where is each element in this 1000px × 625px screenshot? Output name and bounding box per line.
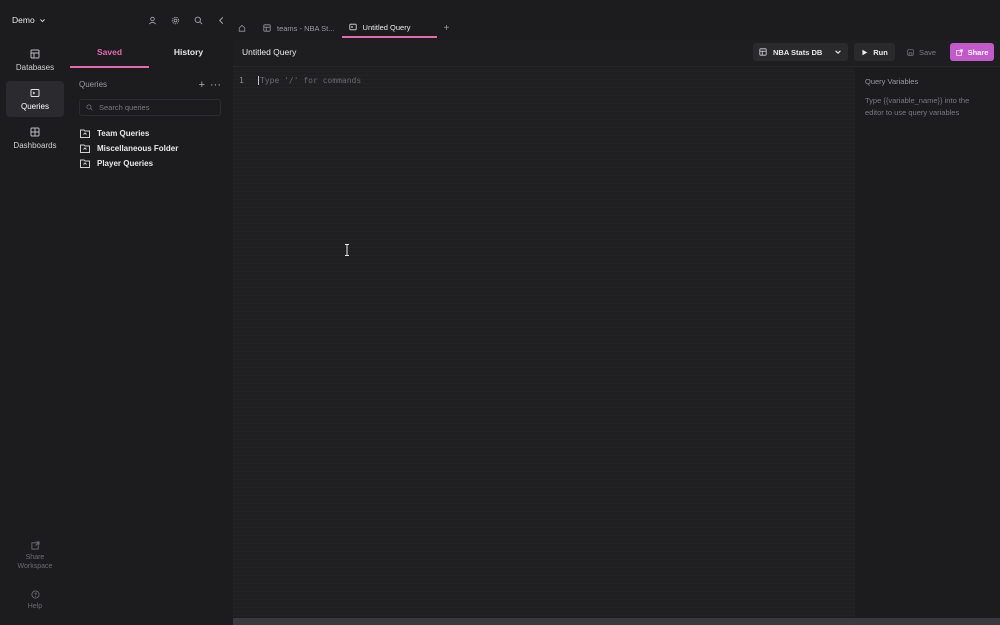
- folder-item[interactable]: Team Queries: [80, 126, 178, 141]
- search-icon: [86, 104, 93, 111]
- save-icon: [907, 48, 914, 56]
- tab-teams[interactable]: teams - NBA St...: [256, 18, 342, 38]
- share-icon: [30, 541, 40, 550]
- query-variables-panel: Query Variables Type {{variable_name}} i…: [855, 68, 1000, 618]
- query-title[interactable]: Untitled Query: [242, 47, 296, 57]
- query-toolbar: Untitled Query NBA Stats DB Run Save Sha…: [233, 40, 1000, 67]
- run-label: Run: [873, 47, 888, 57]
- play-icon: [862, 49, 868, 55]
- collapse-panel-icon[interactable]: [217, 16, 226, 25]
- queries-header: Queries + ···: [79, 79, 221, 90]
- run-button[interactable]: Run: [854, 43, 895, 61]
- workspace-name: Demo: [12, 15, 35, 25]
- query-icon: [348, 23, 357, 31]
- left-rail: Demo Databases Queries Dashboards Share …: [0, 0, 70, 625]
- database-name: NBA Stats DB: [773, 47, 823, 57]
- save-label: Save: [918, 47, 937, 57]
- more-options-button[interactable]: ···: [210, 79, 221, 90]
- help-button[interactable]: Help: [6, 590, 64, 611]
- help-icon: [30, 590, 40, 599]
- database-icon: [759, 48, 767, 56]
- rail-item-queries[interactable]: Queries: [6, 81, 64, 117]
- gear-icon[interactable]: [171, 16, 180, 25]
- folder-item[interactable]: Player Queries: [80, 156, 178, 171]
- line-number: 1: [239, 76, 244, 85]
- user-icon[interactable]: [148, 16, 157, 25]
- editor-tabs: teams - NBA St... Untitled Query +: [228, 18, 1000, 38]
- tab-label: Untitled Query: [362, 22, 411, 32]
- editor-placeholder: Type '/' for commands: [258, 76, 362, 85]
- queries-label: Queries: [79, 80, 108, 89]
- chevron-down-icon: [39, 18, 45, 22]
- help-label: Help: [27, 603, 43, 610]
- queries-icon: [30, 88, 40, 97]
- rail-item-label: Databases: [15, 62, 55, 72]
- share-workspace-button[interactable]: Share Workspace: [6, 541, 64, 571]
- database-icon: [30, 49, 40, 58]
- rail-item-dashboards[interactable]: Dashboards: [6, 120, 64, 156]
- text-cursor-icon: [345, 244, 349, 256]
- add-query-button[interactable]: +: [199, 79, 205, 90]
- tab-label: teams - NBA St...: [277, 23, 335, 33]
- search-queries-input[interactable]: Search queries: [79, 99, 221, 116]
- folder-label: Team Queries: [97, 129, 150, 138]
- share-button[interactable]: Share: [950, 43, 994, 61]
- panel-tabs: Saved History: [70, 40, 228, 68]
- rail-item-databases[interactable]: Databases: [6, 42, 64, 78]
- tab-history[interactable]: History: [149, 40, 228, 68]
- search-icon[interactable]: [194, 16, 203, 25]
- folder-label: Miscellaneous Folder: [97, 144, 179, 153]
- folder-item[interactable]: Miscellaneous Folder: [80, 141, 178, 156]
- share-label: Share: [967, 47, 989, 57]
- tab-saved[interactable]: Saved: [70, 40, 149, 68]
- chevron-down-icon: [835, 50, 841, 54]
- folder-list: Team Queries Miscellaneous Folder Player…: [80, 126, 178, 171]
- query-variables-title: Query Variables: [865, 77, 919, 86]
- rail-item-label: Queries: [20, 101, 49, 111]
- rail-item-label: Dashboards: [13, 140, 57, 150]
- workspace-switcher[interactable]: Demo: [12, 15, 46, 25]
- database-select[interactable]: NBA Stats DB: [753, 43, 848, 61]
- save-button[interactable]: Save: [901, 43, 942, 61]
- home-icon: [238, 24, 246, 32]
- dashboard-icon: [30, 127, 40, 136]
- sql-editor[interactable]: 1 Type '/' for commands: [233, 68, 855, 618]
- folder-icon: [80, 159, 90, 168]
- search-placeholder: Search queries: [99, 103, 150, 112]
- folder-icon: [80, 129, 90, 138]
- queries-panel: Saved History Queries + ··· Search queri…: [70, 0, 228, 625]
- table-icon: [263, 24, 271, 32]
- panel-actions: [148, 16, 226, 25]
- folder-icon: [80, 144, 90, 153]
- query-workspace: Untitled Query NBA Stats DB Run Save Sha…: [233, 40, 1000, 625]
- query-variables-help: Type {{variable_name}} into the editor t…: [865, 96, 970, 117]
- share-workspace-label: Share Workspace: [17, 554, 53, 570]
- folder-label: Player Queries: [97, 159, 154, 168]
- new-tab-button[interactable]: +: [437, 18, 457, 38]
- tab-untitled-query[interactable]: Untitled Query: [341, 18, 437, 38]
- horizontal-scrollbar[interactable]: [233, 618, 1000, 625]
- share-icon: [955, 48, 963, 56]
- home-tab[interactable]: [228, 18, 256, 38]
